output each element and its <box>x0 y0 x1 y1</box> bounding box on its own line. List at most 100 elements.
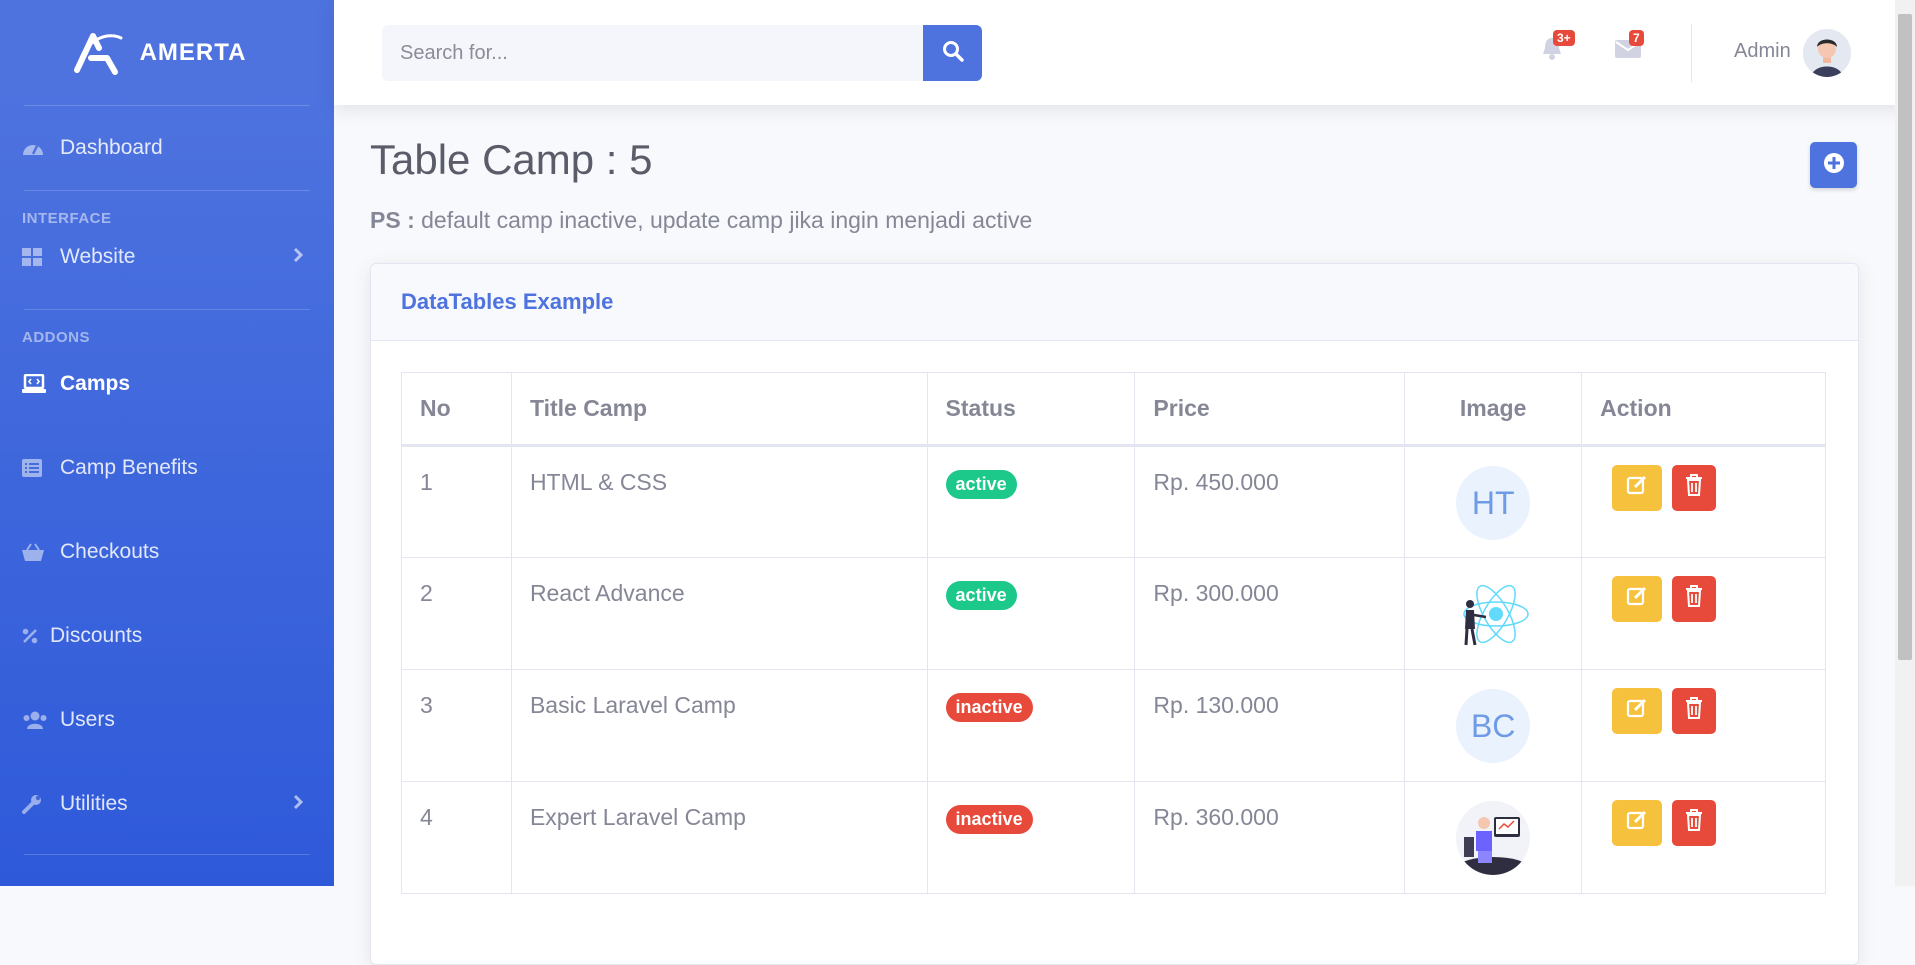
delete-button[interactable] <box>1672 465 1717 511</box>
edit-button[interactable] <box>1612 688 1663 734</box>
sidebar-item-label: Utilities <box>60 792 128 815</box>
tachometer-icon <box>22 139 50 157</box>
camp-image-placeholder: BC <box>1456 689 1531 763</box>
cell-image: BC <box>1404 669 1583 782</box>
cell-price: Rp. 450.000 <box>1134 445 1406 558</box>
edit-icon <box>1626 697 1648 725</box>
sidebar-divider <box>24 854 310 855</box>
user-name[interactable]: Admin <box>1734 40 1791 63</box>
cell-action <box>1581 781 1826 894</box>
cell-status: active <box>926 445 1136 558</box>
cell-no: 3 <box>401 669 512 782</box>
table-header-row: No Title Camp Status Price Image Action <box>401 372 1826 447</box>
shopping-basket-icon <box>22 543 50 561</box>
sidebar-item-dashboard[interactable]: Dashboard <box>0 106 334 190</box>
edit-icon <box>1626 585 1648 613</box>
messages-badge: 7 <box>1629 30 1644 46</box>
add-camp-button[interactable] <box>1810 142 1857 188</box>
alerts-dropdown[interactable]: 3+ <box>1537 30 1575 66</box>
sidebar-item-discounts[interactable]: Discounts <box>0 594 334 678</box>
messages-dropdown[interactable]: 7 <box>1613 30 1644 66</box>
column-header[interactable]: Price <box>1134 372 1406 447</box>
chevron-right-icon <box>292 245 304 269</box>
camp-image-placeholder: HT <box>1456 466 1531 540</box>
brand-name: AMERTA <box>139 38 247 66</box>
delete-button[interactable] <box>1672 800 1717 846</box>
page-title: Table Camp : 5 <box>370 136 653 183</box>
edit-button[interactable] <box>1612 800 1663 846</box>
table-row: 3 Basic Laravel Camp inactive Rp. 130.00… <box>401 669 1826 782</box>
laugh-wink-logo-icon <box>68 27 126 79</box>
page-note-text: default camp inactive, update camp jika … <box>414 207 1033 233</box>
cell-status: active <box>926 557 1136 670</box>
sidebar: AMERTA Dashboard INTERFACE Website ADDON… <box>0 0 334 886</box>
sidebar-item-camps[interactable]: Camps <box>0 342 334 426</box>
delete-button[interactable] <box>1672 688 1717 734</box>
cell-image <box>1404 557 1583 670</box>
users-icon <box>22 711 50 729</box>
page-note: PS : default camp inactive, update camp … <box>370 207 1032 234</box>
cell-image <box>1404 781 1583 894</box>
user-avatar[interactable] <box>1803 29 1851 77</box>
cell-title: HTML & CSS <box>510 445 928 558</box>
sidebar-item-label: Discounts <box>50 624 143 647</box>
sidebar-item-label: Camp Benefits <box>60 456 198 479</box>
sidebar-item-users[interactable]: Users <box>0 678 334 762</box>
sidebar-item-website[interactable]: Website <box>0 227 334 287</box>
trash-icon <box>1685 474 1703 502</box>
column-header[interactable]: Title Camp <box>510 372 928 447</box>
sidebar-heading-interface: INTERFACE <box>22 210 112 227</box>
sidebar-item-checkouts[interactable]: Checkouts <box>0 510 334 594</box>
sidebar-item-camp-benefits[interactable]: Camp Benefits <box>0 426 334 510</box>
table-row: 4 Expert Laravel Camp inactive Rp. 360.0… <box>401 781 1826 894</box>
trash-icon <box>1685 585 1703 613</box>
sidebar-item-label: Camps <box>60 372 131 395</box>
search-input[interactable] <box>382 25 923 81</box>
cell-no: 1 <box>401 445 512 558</box>
cell-action <box>1581 445 1826 558</box>
edit-icon <box>1626 474 1648 502</box>
column-header[interactable]: No <box>401 372 512 447</box>
camp-image-developer <box>1456 801 1531 875</box>
brand-link[interactable]: AMERTA <box>0 0 334 105</box>
sidebar-item-label: Dashboard <box>60 136 163 159</box>
topbar-divider <box>1691 24 1692 82</box>
trash-icon <box>1685 697 1703 725</box>
search-group <box>382 25 982 81</box>
sidebar-item-label: Checkouts <box>60 540 160 563</box>
cell-image: HT <box>1404 445 1583 558</box>
card-header: DataTables Example <box>371 264 1858 341</box>
edit-icon <box>1626 809 1648 837</box>
status-badge: active <box>945 470 1017 499</box>
search-icon <box>942 40 964 67</box>
datatable-card: DataTables Example No Title Camp Status … <box>370 263 1859 965</box>
sidebar-item-utilities[interactable]: Utilities <box>0 762 334 846</box>
card-title: DataTables Example <box>401 289 614 314</box>
cell-price: Rp. 300.000 <box>1134 557 1406 670</box>
cell-action <box>1581 557 1826 670</box>
edit-button[interactable] <box>1612 576 1663 622</box>
delete-button[interactable] <box>1672 576 1717 622</box>
camps-table: No Title Camp Status Price Image Action … <box>401 372 1826 894</box>
scrollbar-thumb[interactable] <box>1898 14 1912 660</box>
grid-icon <box>22 248 50 266</box>
cell-no: 4 <box>401 781 512 894</box>
cell-action <box>1581 669 1826 782</box>
column-header[interactable]: Image <box>1404 372 1583 447</box>
column-header[interactable]: Status <box>926 372 1136 447</box>
column-header[interactable]: Action <box>1581 372 1826 447</box>
list-alt-icon <box>22 459 50 477</box>
search-button[interactable] <box>923 25 982 81</box>
status-badge: active <box>945 581 1017 610</box>
sidebar-item-label: Users <box>60 708 115 731</box>
sidebar-item-label: Website <box>60 245 136 268</box>
page-scrollbar[interactable] <box>1895 0 1915 886</box>
sidebar-heading-addons: ADDONS <box>22 329 91 346</box>
trash-icon <box>1685 809 1703 837</box>
page-note-label: PS : <box>370 207 415 233</box>
chevron-right-icon <box>292 792 304 816</box>
edit-button[interactable] <box>1612 465 1663 511</box>
status-badge: inactive <box>945 693 1033 722</box>
wrench-icon <box>22 794 50 814</box>
cell-title: Expert Laravel Camp <box>510 781 928 894</box>
